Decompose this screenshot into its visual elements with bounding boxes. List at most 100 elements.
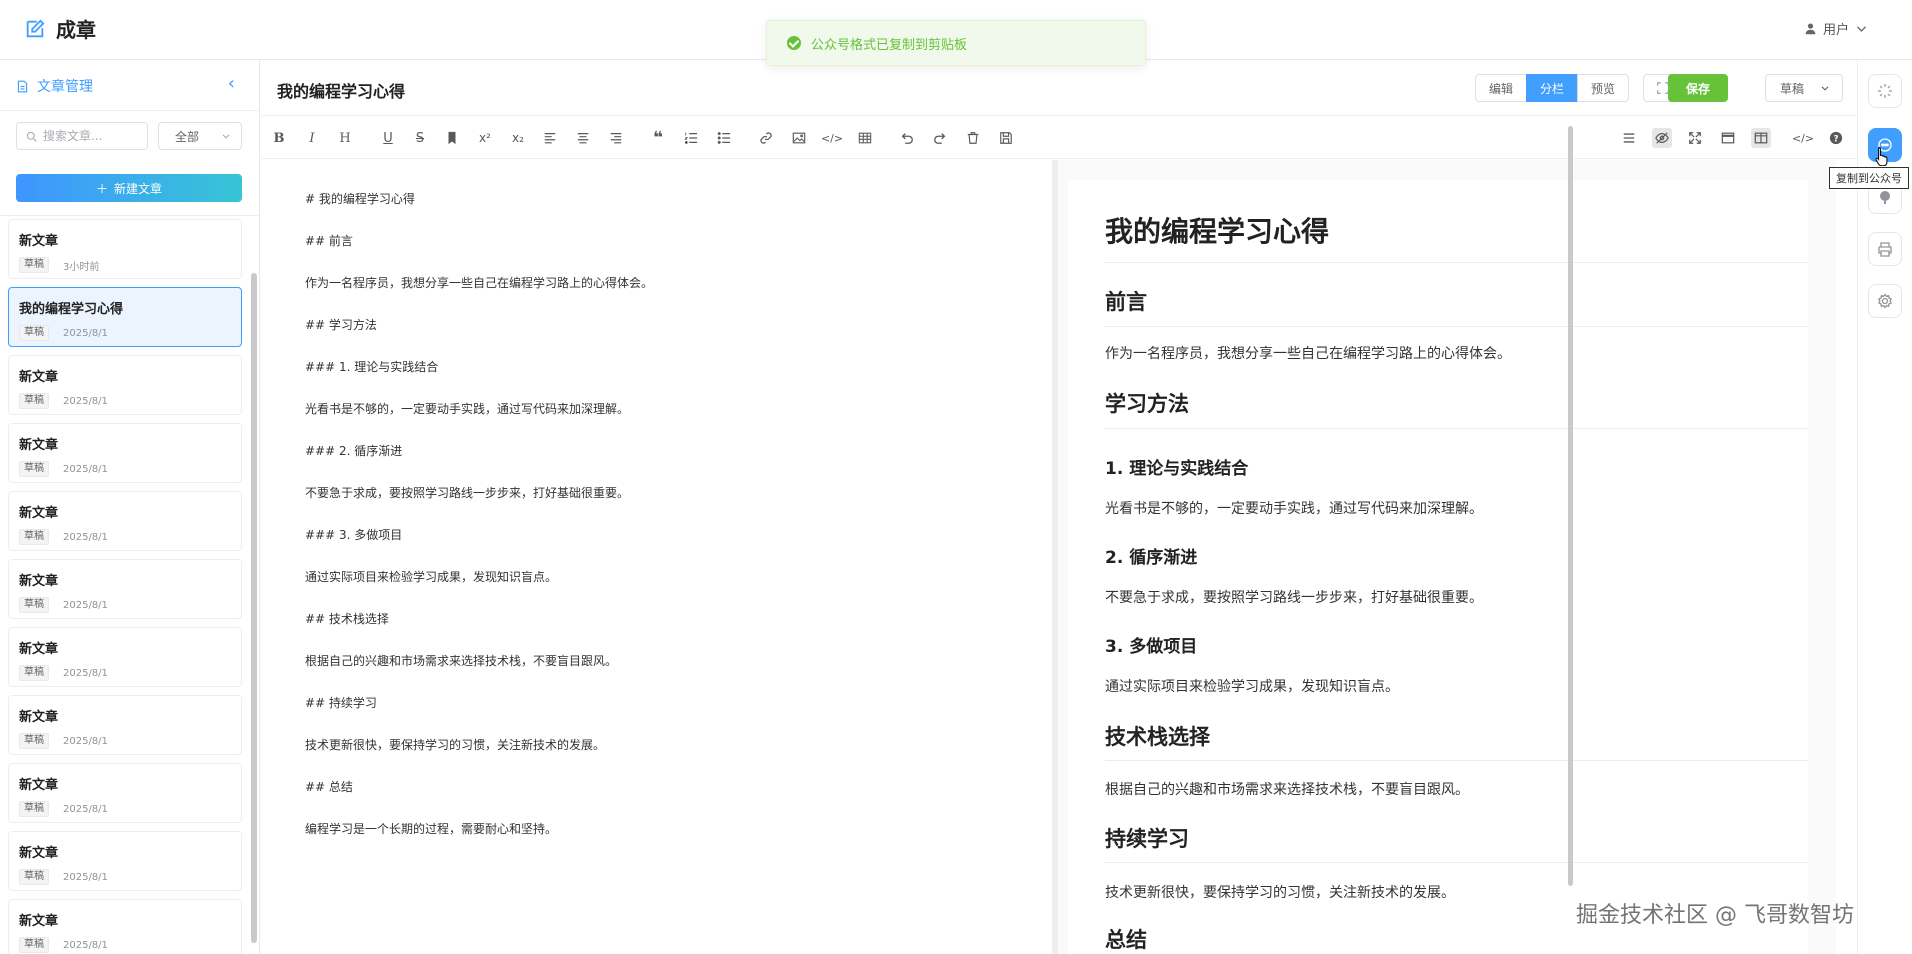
editor-line: 作为一名程序员，我想分享一些自己在编程学习路上的心得体会。: [305, 276, 654, 290]
search-icon: [26, 131, 37, 142]
app-title: 成章: [56, 18, 96, 42]
split-view-icon[interactable]: [1751, 128, 1771, 148]
preview-h2: 持续学习: [1105, 827, 1189, 851]
heading-icon[interactable]: H: [335, 128, 355, 148]
link-icon[interactable]: [756, 128, 776, 148]
expand-icon[interactable]: [1685, 128, 1705, 148]
search-input[interactable]: [43, 129, 143, 143]
align-left-icon[interactable]: [540, 128, 560, 148]
article-item[interactable]: 新文章 草稿 2025/8/1: [8, 355, 242, 415]
new-article-label: 新建文章: [114, 181, 163, 196]
divider: [0, 215, 259, 216]
user-menu[interactable]: 用户: [1804, 19, 1868, 38]
save-button[interactable]: 保存: [1668, 74, 1728, 102]
status-tag: 草稿: [19, 801, 49, 817]
app-logo[interactable]: 成章: [24, 14, 96, 43]
trash-icon[interactable]: [963, 128, 983, 148]
preview-scrollbar[interactable]: [1568, 126, 1573, 886]
article-date: 3小时前: [63, 261, 100, 273]
article-item[interactable]: 新文章 草稿 2025/8/1: [8, 831, 242, 891]
preview-paragraph: 根据自己的兴趣和市场需求来选择技术栈，不要盲目跟风。: [1105, 782, 1469, 798]
article-item[interactable]: 新文章 草稿 2025/8/1: [8, 695, 242, 755]
article-item[interactable]: 新文章 草稿 2025/8/1: [8, 763, 242, 823]
sync-scroll-icon[interactable]: [1652, 128, 1672, 148]
right-tool-rail: [1857, 60, 1912, 954]
article-title: 新文章: [19, 778, 59, 793]
bold-icon[interactable]: B: [269, 128, 289, 148]
article-title: 新文章: [19, 642, 59, 657]
app-root: 成章 用户 文章管理 ‹ 全部 ＋ 新建文章 新文章: [0, 0, 1912, 954]
article-item[interactable]: 新文章 草稿 2025/8/1: [8, 627, 242, 687]
bookmark-icon[interactable]: [442, 128, 462, 148]
mode-edit-button[interactable]: 编辑: [1475, 74, 1528, 102]
unordered-list-icon[interactable]: [714, 128, 734, 148]
preview-h2: 学习方法: [1105, 392, 1189, 416]
save-icon[interactable]: [996, 128, 1016, 148]
article-date: 2025/8/1: [63, 327, 108, 339]
check-circle-icon: [787, 36, 801, 50]
redo-icon[interactable]: [930, 128, 950, 148]
status-tag: 草稿: [19, 461, 49, 477]
align-right-icon[interactable]: [606, 128, 626, 148]
article-date: 2025/8/1: [63, 599, 108, 611]
article-item[interactable]: 新文章 草稿 2025/8/1: [8, 491, 242, 551]
mouse-cursor-icon: [1875, 147, 1888, 166]
preview-paragraph: 通过实际项目来检验学习成果，发现知识盲点。: [1105, 679, 1399, 695]
collapse-sidebar-icon[interactable]: ‹: [228, 75, 235, 93]
italic-icon[interactable]: I: [302, 128, 322, 148]
preview-h2: 前言: [1105, 290, 1147, 314]
table-icon[interactable]: [855, 128, 875, 148]
article-title: 新文章: [19, 914, 59, 929]
settings-button[interactable]: [1868, 284, 1902, 318]
markdown-editor[interactable]: # 我的编程学习心得 ## 前言 作为一名程序员，我想分享一些自己在编程学习路上…: [261, 160, 1052, 954]
underline-icon[interactable]: U: [378, 128, 398, 148]
window-icon[interactable]: [1718, 128, 1738, 148]
quote-icon[interactable]: ❝: [648, 128, 668, 148]
sidebar-title-label: 文章管理: [37, 79, 93, 95]
mode-split-button[interactable]: 分栏: [1526, 74, 1579, 102]
undo-icon[interactable]: [897, 128, 917, 148]
filter-select[interactable]: 全部: [158, 122, 242, 150]
editor-line: ### 2. 循序渐进: [305, 444, 403, 458]
article-title: 新文章: [19, 438, 59, 453]
editor-line: ## 持续学习: [305, 696, 377, 710]
print-tool-button[interactable]: [1868, 232, 1902, 266]
article-item-active[interactable]: 我的编程学习心得 草稿 2025/8/1: [8, 287, 242, 347]
code-icon[interactable]: </>: [821, 128, 843, 148]
document-icon: [17, 80, 28, 92]
user-label: 用户: [1822, 23, 1849, 38]
editor-line: 技术更新很快，要保持学习的习惯，关注新技术的发展。: [305, 738, 606, 752]
status-select[interactable]: 草稿: [1765, 74, 1843, 102]
align-center-icon[interactable]: [573, 128, 593, 148]
sidebar-scrollbar[interactable]: [251, 273, 257, 943]
divider: [1105, 428, 1808, 429]
mode-preview-button[interactable]: 预览: [1577, 74, 1630, 102]
new-article-button[interactable]: ＋ 新建文章: [16, 174, 242, 202]
preview-paragraph: 光看书是不够的，一定要动手实践，通过写代码来加深理解。: [1105, 501, 1483, 517]
preview-h1: 我的编程学习心得: [1105, 215, 1330, 248]
view-mode-group: 编辑 分栏 预览: [1475, 74, 1630, 102]
article-title: 新文章: [19, 574, 59, 589]
status-tag: 草稿: [19, 733, 49, 749]
article-item[interactable]: 新文章 草稿 3小时前: [8, 219, 242, 279]
strikethrough-icon[interactable]: S: [410, 128, 430, 148]
subscript-icon[interactable]: x₂: [508, 128, 528, 148]
article-title: 我的编程学习心得: [19, 302, 124, 317]
preview-h3: 3. 多做项目: [1105, 637, 1198, 657]
article-item[interactable]: 新文章 草稿 2025/8/1: [8, 423, 242, 483]
menu-icon[interactable]: [1619, 128, 1639, 148]
editor-line: 根据自己的兴趣和市场需求来选择技术栈，不要盲目跟风。: [305, 654, 618, 668]
ordered-list-icon[interactable]: [681, 128, 701, 148]
editor-line: 通过实际项目来检验学习成果，发现知识盲点。: [305, 570, 558, 584]
preview-pane: 我的编程学习心得 前言 作为一名程序员，我想分享一些自己在编程学习路上的心得体会…: [1058, 160, 1836, 954]
article-item[interactable]: 新文章 草稿 2025/8/1: [8, 899, 242, 954]
superscript-icon[interactable]: x²: [475, 128, 495, 148]
article-item[interactable]: 新文章 草稿 2025/8/1: [8, 559, 242, 619]
html-code-icon[interactable]: </>: [1792, 128, 1814, 148]
magic-tool-button[interactable]: [1868, 74, 1902, 108]
article-date: 2025/8/1: [63, 463, 108, 475]
image-icon[interactable]: [789, 128, 809, 148]
help-icon[interactable]: ?: [1826, 128, 1846, 148]
chevron-down-icon: [1821, 86, 1829, 91]
editor-line: ## 总结: [305, 780, 353, 794]
